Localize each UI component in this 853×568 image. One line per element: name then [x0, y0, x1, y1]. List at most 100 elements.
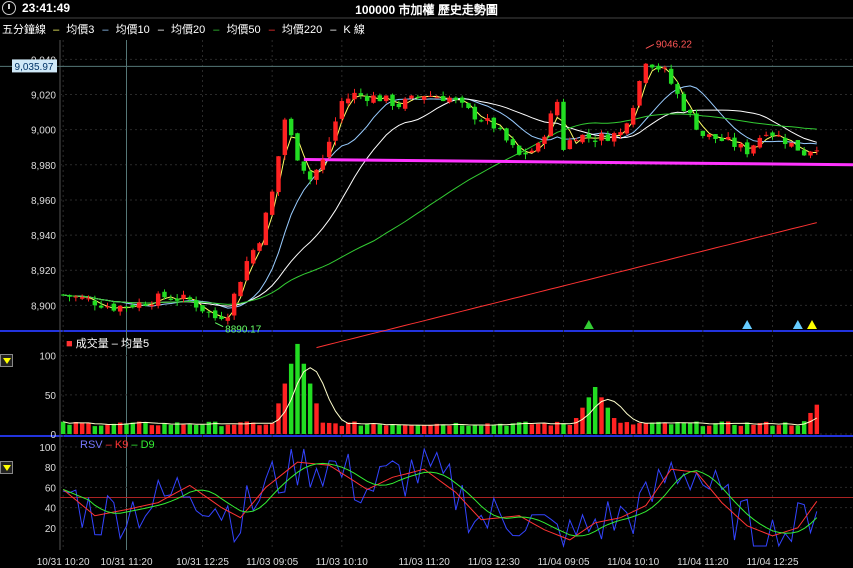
candle-body [98, 305, 104, 308]
volume-bar [478, 425, 484, 434]
volume-bar [67, 424, 72, 434]
volume-bar [250, 422, 256, 434]
rsv-label: RSV [80, 439, 103, 451]
candle-body [542, 136, 547, 144]
volume-bar [73, 422, 79, 434]
candle-body [795, 140, 801, 151]
signal-marker [792, 320, 803, 329]
candle-body [757, 137, 763, 148]
signal-marker [742, 320, 753, 329]
candle-body [725, 137, 731, 140]
volume-bar [263, 424, 269, 434]
volume-bar [415, 425, 421, 434]
candle-body [257, 243, 262, 251]
candle-body [700, 130, 706, 136]
y-tick-label: 8,920 [31, 266, 56, 277]
volume-bar [231, 424, 237, 434]
candle-body [605, 134, 611, 141]
volume-bar [130, 422, 136, 434]
annotation-leader [214, 322, 224, 328]
volume-avg-line [63, 367, 818, 426]
candle-body [675, 84, 680, 94]
volume-bar [776, 425, 782, 434]
volume-bar [706, 425, 712, 434]
volume-bar [155, 425, 161, 434]
volume-bar [605, 407, 611, 434]
candle-body [130, 304, 136, 308]
volume-bar [472, 425, 478, 434]
volume-bar [573, 418, 579, 434]
volume-bar [567, 425, 573, 434]
candle-body [694, 113, 699, 130]
candle-body [624, 123, 630, 134]
candle-body [206, 311, 212, 313]
annotation-leader [645, 43, 655, 49]
ma10-line [63, 85, 817, 309]
candle-body [174, 298, 180, 301]
candle-body [440, 96, 446, 102]
volume-bar [168, 424, 174, 434]
candle-body [662, 67, 668, 69]
candle-body [402, 98, 408, 109]
candle-body [396, 103, 402, 108]
volume-bar [333, 423, 338, 434]
price-chart[interactable]: 10/31 10:20 10/31 11:20 10/31 12:25 11/03 0… [0, 0, 853, 568]
y-tick-label: 8,980 [31, 161, 56, 172]
volume-bar [668, 424, 674, 434]
candle-body [573, 140, 579, 142]
candle-body [485, 118, 490, 121]
candle-body [60, 294, 66, 296]
volume-bar [649, 422, 655, 434]
candle-body [630, 107, 636, 125]
candle-body [472, 106, 478, 120]
candle-body [580, 134, 585, 143]
candle-body [415, 96, 421, 98]
candle-body [782, 137, 788, 145]
volume-bar [377, 424, 383, 434]
candle-body [751, 145, 756, 154]
candle-body [371, 95, 376, 103]
candle-body [770, 132, 775, 136]
volume-bar [504, 425, 509, 434]
candle-body [282, 119, 288, 155]
signal-marker [807, 320, 817, 329]
candle-body [136, 302, 142, 308]
y-tick-label: 8,940 [31, 231, 56, 242]
candle-body [117, 305, 123, 312]
volume-menu-button[interactable] [0, 354, 13, 367]
d9-line [63, 462, 818, 537]
candle-body [295, 133, 300, 161]
candle-body [193, 300, 199, 308]
candle-body [200, 305, 205, 312]
x-tick-label: 11/04 10:10 [607, 557, 660, 568]
candle-body [466, 103, 471, 108]
x-tick-label: 11/03 12:30 [468, 557, 521, 568]
volume-bar [808, 412, 813, 434]
volume-bar [700, 426, 706, 434]
candle-body [225, 317, 231, 321]
candle-body [428, 95, 433, 97]
x-tick-label: 11/03 10:10 [316, 557, 369, 568]
candle-body [776, 135, 782, 137]
candle-body [637, 81, 642, 106]
volume-bar [383, 425, 389, 434]
candle-body [168, 298, 174, 300]
volume-bar [535, 423, 541, 434]
volume-tick-label: 50 [45, 391, 57, 402]
candle-body [732, 137, 737, 147]
candle-body [504, 128, 509, 141]
volume-bar [440, 424, 446, 434]
kd-menu-button[interactable] [0, 461, 13, 474]
x-tick-label: 10/31 10:20 [37, 557, 90, 568]
candle-body [377, 95, 383, 102]
candle-body [668, 68, 674, 84]
volume-bar [751, 424, 756, 434]
volume-bar [396, 424, 402, 434]
volume-bar [181, 424, 186, 434]
candle-body [808, 151, 813, 156]
candle-body [187, 297, 193, 300]
candle-body [713, 134, 718, 140]
candle-body [314, 169, 319, 180]
volume-bar [738, 425, 744, 434]
candle-body [352, 92, 357, 100]
